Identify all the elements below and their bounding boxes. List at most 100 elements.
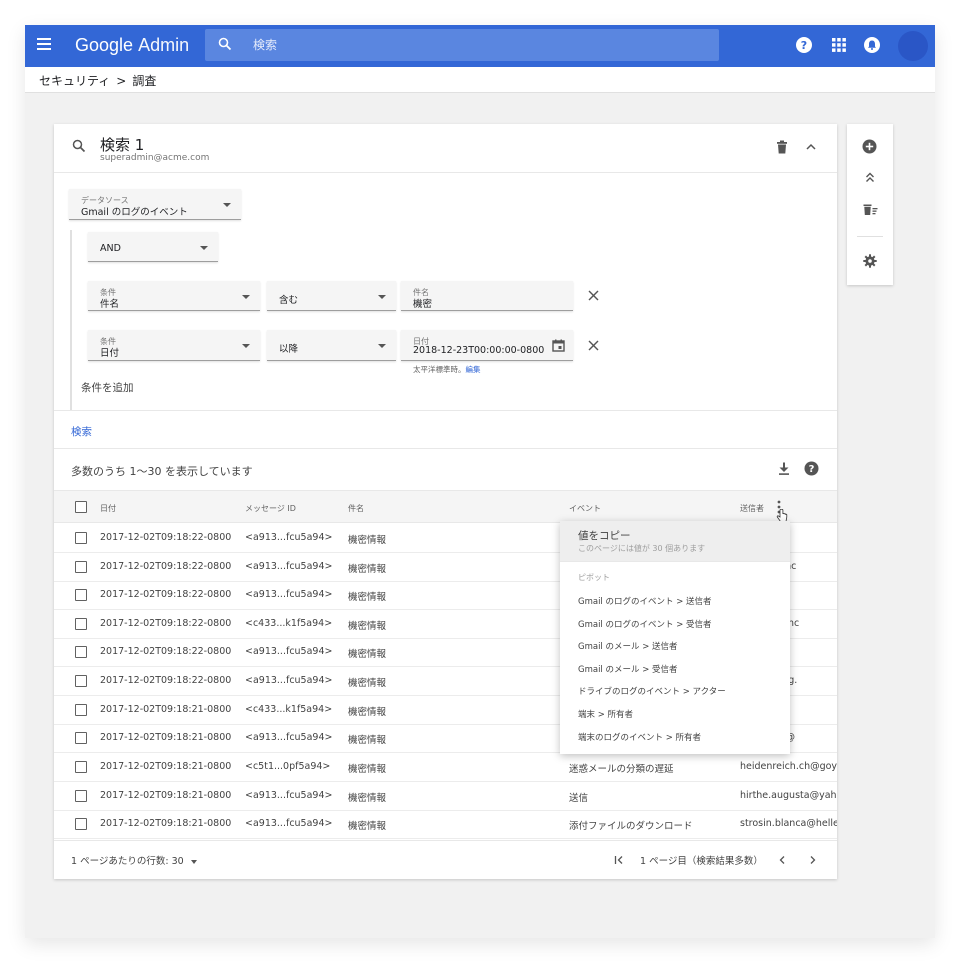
pivot-menu-item[interactable]: ドライブのログのイベント > アクター [578,685,726,697]
menu-icon[interactable] [37,38,51,50]
timezone-note: 太平洋標準時。編集 [413,364,481,375]
row-checkbox[interactable] [75,790,87,802]
search-button[interactable]: 検索 [71,424,92,439]
condition-field-select[interactable]: 条件 件名 [88,281,260,311]
delete-all-icon[interactable] [863,203,878,216]
row-checkbox[interactable] [75,618,87,630]
cell-date: 2017-12-02T09:18:21-0800 [100,790,232,801]
cell-date: 2017-12-02T09:18:21-0800 [100,704,232,715]
help-icon[interactable]: ? [804,461,819,476]
row-checkbox[interactable] [75,704,87,716]
rows-per-page-select[interactable]: 1 ページあたりの行数: 30 [71,853,197,867]
cell-subject: 機密情報 [348,649,387,660]
app-logo[interactable]: Google Admin [75,35,189,56]
timezone-text: 太平洋標準時。 [413,365,466,374]
cell-message-id: <c5t1...0pf5a94> [245,761,331,772]
table-row[interactable]: 2017-12-02T09:18:21-0800 <a913...fcu5a94… [54,782,837,811]
column-header-event[interactable]: イベント [569,503,601,514]
app-window: Google Admin ? [25,25,935,938]
table-row[interactable]: 2017-12-02T09:18:21-0800 <c5t1...0pf5a94… [54,753,837,782]
search-bar[interactable] [205,29,719,61]
search-icon [72,139,86,153]
side-toolbar [847,124,893,285]
column-header-subject[interactable]: 件名 [348,503,364,514]
pivot-menu-item[interactable]: Gmail のログのイベント > 受信者 [578,618,712,630]
chevron-left-icon[interactable] [778,855,786,865]
add-circle-icon[interactable] [862,139,877,154]
cell-date: 2017-12-02T09:18:22-0800 [100,589,232,600]
apps-grid-icon[interactable] [830,36,848,54]
add-condition-button[interactable]: 条件を追加 [81,380,134,395]
search-input[interactable] [253,35,693,55]
table-row[interactable]: 2017-12-02T09:18:21-0800 <a913...fcu5a94… [54,810,837,839]
cell-message-id: <c433...k1f5a94> [245,704,333,715]
pivot-header: ピボット [578,573,610,582]
row-checkbox[interactable] [75,532,87,544]
search-card: 検索 1 superadmin@acme.com データソース Gmail のロ… [54,124,837,879]
condition-field-value: 件名 [100,299,120,310]
cell-date: 2017-12-02T09:18:22-0800 [100,646,232,657]
operator-value: AND [100,243,121,254]
row-checkbox[interactable] [75,732,87,744]
condition-operator-select[interactable]: 含む [267,281,396,311]
column-header-date[interactable]: 日付 [100,503,116,514]
cell-date: 2017-12-02T09:18:22-0800 [100,618,232,629]
condition-operator-select[interactable]: 以降 [267,330,396,361]
row-checkbox[interactable] [75,561,87,573]
pivot-menu-item[interactable]: Gmail のメール > 受信者 [578,663,678,675]
timezone-edit-link[interactable]: 編集 [466,365,481,374]
collapse-all-icon[interactable] [865,172,875,183]
chevron-down-icon [242,344,250,348]
svg-text:?: ? [809,464,815,475]
settings-gear-icon[interactable] [863,254,877,268]
calendar-icon[interactable] [552,339,565,352]
notifications-icon[interactable] [863,36,881,54]
chevron-right-icon[interactable] [809,855,817,865]
delete-icon[interactable] [776,140,788,154]
condition-field-select[interactable]: 条件 日付 [88,330,260,361]
column-header-sender[interactable]: 送信者 [740,503,764,514]
search-title: 検索 1 [100,136,145,154]
cell-subject: 機密情報 [348,535,387,546]
select-all-checkbox[interactable] [75,501,87,513]
avatar[interactable] [898,31,928,61]
row-checkbox[interactable] [75,646,87,658]
date-field[interactable]: 日付 2018-12-23T00:00:00-0800 [401,330,573,361]
cell-message-id: <a913...fcu5a94> [245,561,333,572]
cell-event: 送信 [569,793,589,804]
cell-message-id: <a913...fcu5a94> [245,790,333,801]
chevron-down-icon [378,344,386,348]
row-checkbox[interactable] [75,761,87,773]
cell-event: 添付ファイルのダウンロード [569,821,693,832]
close-icon[interactable] [588,340,599,351]
close-icon[interactable] [588,290,599,301]
collapse-icon[interactable] [805,143,817,151]
breadcrumb-parent[interactable]: セキュリティ [39,74,110,88]
brand-admin: Admin [138,35,190,55]
row-checkbox[interactable] [75,818,87,830]
cell-message-id: <a913...fcu5a94> [245,589,333,600]
pivot-menu-item[interactable]: Gmail のログのイベント > 送信者 [578,595,712,607]
row-checkbox[interactable] [75,589,87,601]
condition-operator-value: 含む [279,295,299,306]
datasource-value: Gmail のログのイベント [81,207,188,218]
operator-select[interactable]: AND [88,232,218,262]
pivot-menu-item[interactable]: 端末 > 所有者 [578,708,633,720]
first-page-icon[interactable] [614,855,625,865]
datasource-select[interactable]: データソース Gmail のログのイベント [69,189,241,220]
help-icon[interactable]: ? [795,36,813,54]
condition-value: 機密 [413,299,433,310]
row-checkbox[interactable] [75,675,87,687]
cell-subject: 機密情報 [348,821,387,832]
condition-value-field[interactable]: 件名 機密 [401,281,573,311]
copy-values-menu-item[interactable]: 値をコピー このページには値が 30 個あります [560,521,790,561]
pivot-menu-item[interactable]: Gmail のメール > 送信者 [578,640,678,652]
pivot-menu-item[interactable]: 端末のログのイベント > 所有者 [578,731,701,743]
cell-message-id: <c433...k1f5a94> [245,618,333,629]
column-header-message-id[interactable]: メッセージ ID [245,503,296,514]
results-count: 多数のうち 1〜30 を表示しています [71,465,253,478]
cell-subject: 機密情報 [348,793,387,804]
download-icon[interactable] [778,462,790,475]
cell-date: 2017-12-02T09:18:22-0800 [100,532,232,543]
chevron-down-icon [200,246,208,250]
